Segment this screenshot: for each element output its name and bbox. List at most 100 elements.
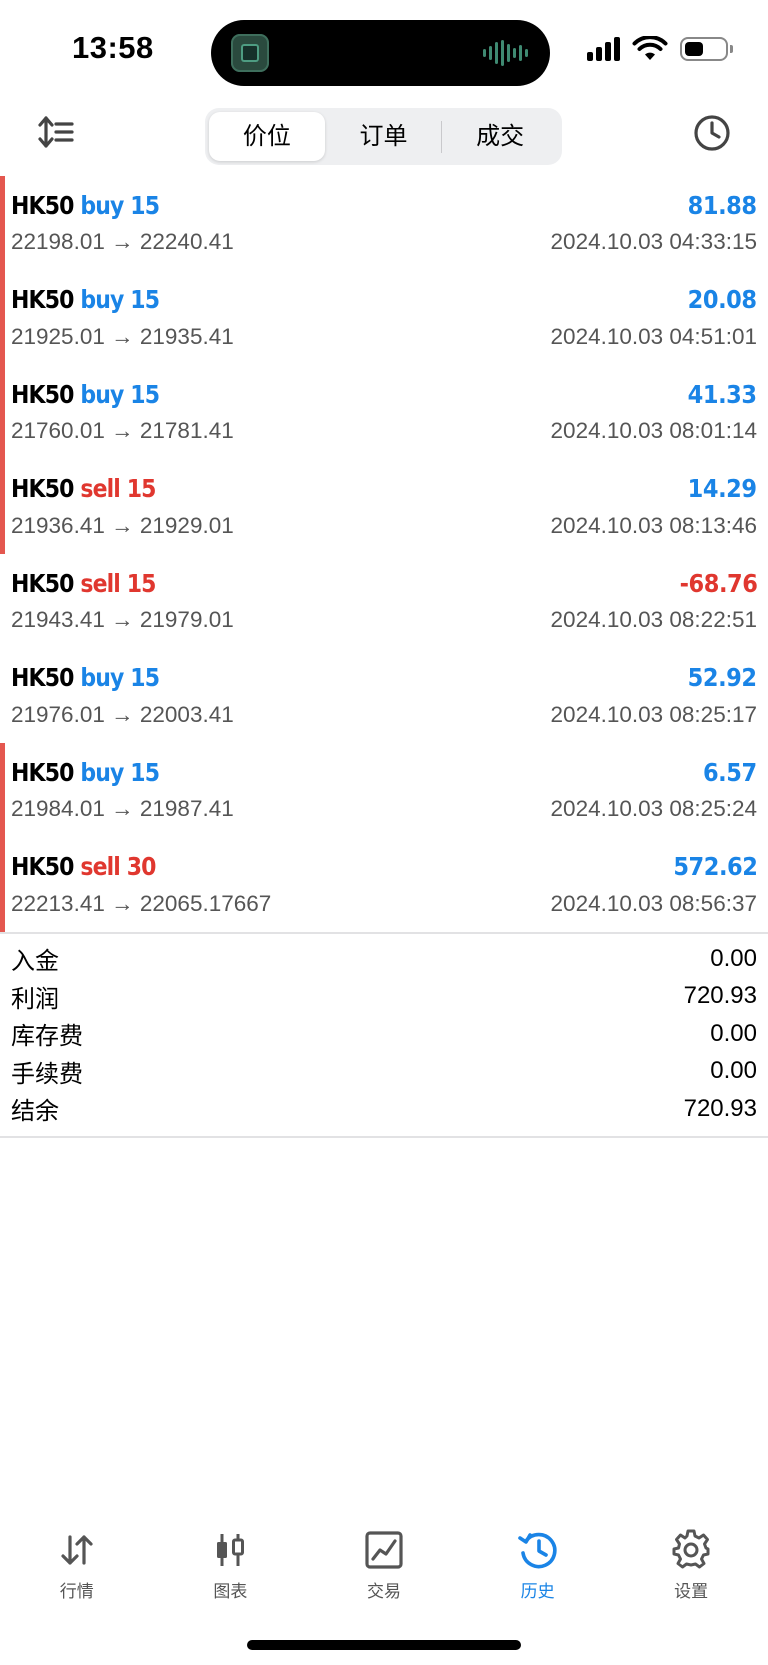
deal-open-price: 21760.01 <box>11 418 105 443</box>
deal-prices: 21943.41 → 21979.01 <box>11 607 234 633</box>
deal-close-price: 21935.41 <box>139 323 234 349</box>
deal-details: 21976.01 → 22003.41 2024.10.03 08:25:17 <box>11 700 757 730</box>
deal-open-price: 21984.01 <box>11 796 105 821</box>
deal-open-price: 21943.41 <box>11 607 105 632</box>
deal-open-price: 21925.01 <box>11 323 105 349</box>
deal-prices: 21984.01 → 21987.41 <box>11 796 234 822</box>
segment-price[interactable]: 价位 <box>209 112 325 161</box>
deal-symbol: HK50 <box>11 379 74 409</box>
deal-details: 22198.01 → 22240.41 2024.10.03 04:33:15 <box>11 227 757 257</box>
tab-history[interactable]: 历史 <box>461 1525 615 1605</box>
deal-header: HK50 sell 15 -68.76 <box>11 566 757 600</box>
summary-row-commission: 手续费 0.00 <box>0 1053 768 1091</box>
deal-row[interactable]: HK50 buy 15 52.92 21976.01 → 22003.41 2024.… <box>0 649 768 744</box>
deal-time: 2024.10.03 08:01:14 <box>550 418 757 443</box>
deal-side-label: sell <box>80 568 120 598</box>
deal-symbol: HK50 <box>11 285 74 314</box>
deal-open-price: 22198.01 <box>11 229 105 254</box>
deal-header: HK50 buy 15 81.88 <box>11 188 757 222</box>
deal-header: HK50 buy 15 20.08 <box>11 283 757 317</box>
deal-side: sell 30 <box>80 852 156 881</box>
island-app-icon <box>231 34 269 72</box>
deal-title: HK50 buy 15 <box>11 191 160 220</box>
deal-row[interactable]: HK50 buy 15 6.57 21984.01 → 21987.41 2024.1… <box>0 743 768 838</box>
deal-row[interactable]: HK50 buy 15 81.88 22198.01 → 22240.41 2024.… <box>0 176 768 271</box>
deal-details: 21925.01 → 21935.41 2024.10.03 04:51:01 <box>11 322 757 352</box>
deal-profit: 572.62 <box>672 852 758 881</box>
deal-volume: 15 <box>130 379 160 409</box>
deal-row[interactable]: HK50 sell 30 572.62 22213.41 → 22065.17667… <box>0 837 768 933</box>
deal-profit: 81.88 <box>688 190 757 220</box>
deal-profit: -68.76 <box>679 568 757 598</box>
tab-label: 行情 <box>59 1582 94 1601</box>
deal-details: 21760.01 → 21781.41 2024.10.03 08:01:14 <box>11 416 757 446</box>
deal-row[interactable]: HK50 buy 15 41.33 21760.01 → 21781.41 2024.… <box>0 365 768 460</box>
deal-row[interactable]: HK50 sell 15 14.29 21936.41 → 21929.01 2024… <box>0 459 768 555</box>
deal-title: HK50 sell 15 <box>11 474 156 503</box>
segment-orders[interactable]: 订单 <box>326 112 442 161</box>
deal-time: 2024.10.03 08:25:17 <box>550 701 757 727</box>
deal-header: HK50 buy 15 52.92 <box>11 661 757 695</box>
tab-label: 设置 <box>674 1582 709 1601</box>
deal-time: 2024.10.03 08:56:37 <box>550 890 757 916</box>
dynamic-island <box>211 20 550 86</box>
deal-close-price: 22240.41 <box>139 229 234 254</box>
deal-close-price: 22003.41 <box>139 701 234 727</box>
deal-volume: 15 <box>126 474 157 503</box>
summary-value: 720.93 <box>683 982 757 1010</box>
deal-close-price: 22065.17667 <box>139 890 272 916</box>
deal-side: sell 15 <box>80 474 157 503</box>
price-arrow-icon: → <box>111 229 134 254</box>
deals-list: HK50 buy 15 81.88 22198.01 → 22240.41 2024.… <box>0 176 768 932</box>
deal-details: 21984.01 → 21987.41 2024.10.03 08:25:24 <box>11 794 757 824</box>
deal-time: 2024.10.03 04:33:15 <box>550 229 757 254</box>
deal-prices: 21976.01 → 22003.41 <box>11 702 234 728</box>
segment-deals[interactable]: 成交 <box>442 112 558 161</box>
deal-side: buy 15 <box>80 379 160 409</box>
wifi-icon <box>632 36 668 60</box>
battery-icon <box>680 37 733 61</box>
sort-icon[interactable] <box>36 112 76 152</box>
price-arrow-icon: → <box>111 418 134 443</box>
deal-side-label: buy <box>80 663 124 692</box>
summary-label: 库存费 <box>11 1023 83 1051</box>
deal-close-price: 21781.41 <box>139 418 234 443</box>
tab-label: 历史 <box>520 1582 555 1601</box>
deal-title: HK50 buy 15 <box>11 285 160 314</box>
deal-title: HK50 buy 15 <box>11 379 160 409</box>
tab-settings[interactable]: 设置 <box>614 1525 768 1605</box>
summary-row-balance: 结余 720.93 <box>0 1090 768 1128</box>
deal-side-label: buy <box>80 285 124 314</box>
deal-row[interactable]: HK50 buy 15 20.08 21925.01 → 21935.41 2024.… <box>0 270 768 366</box>
deal-row[interactable]: HK50 sell 15 -68.76 21943.41 → 21979.01 202… <box>0 554 768 649</box>
summary-value: 720.93 <box>683 1094 757 1122</box>
deal-title: HK50 sell 15 <box>11 569 156 598</box>
tab-trade[interactable]: 交易 <box>307 1525 461 1605</box>
deal-volume: 15 <box>130 663 160 692</box>
deal-profit: 41.33 <box>688 379 757 409</box>
deal-prices: 21936.41 → 21929.01 <box>11 513 234 539</box>
clock-icon[interactable] <box>693 114 731 152</box>
deal-profit: 14.29 <box>688 474 757 503</box>
deal-time: 2024.10.03 04:51:01 <box>550 323 757 349</box>
deal-prices: 22198.01 → 22240.41 <box>11 229 234 255</box>
tab-charts[interactable]: 图表 <box>154 1525 308 1605</box>
deal-details: 21936.41 → 21929.01 2024.10.03 08:13:46 <box>11 511 757 541</box>
summary-row-deposit: 入金 0.00 <box>0 940 768 978</box>
deal-profit: 20.08 <box>688 285 757 314</box>
account-summary: 入金 0.00 利润 720.93 库存费 0.00 手续费 0.00 结余 7… <box>0 940 768 1128</box>
deal-symbol: HK50 <box>11 568 74 598</box>
deal-side-label: buy <box>80 757 124 787</box>
list-divider <box>0 932 768 934</box>
deal-symbol: HK50 <box>11 474 74 503</box>
deal-side: buy 15 <box>80 663 160 692</box>
status-bar: 13:58 <box>0 0 768 100</box>
audio-waveform-icon <box>483 40 528 66</box>
tab-quotes[interactable]: 行情 <box>0 1525 154 1605</box>
deal-time: 2024.10.03 08:22:51 <box>550 607 757 632</box>
deal-title: HK50 sell 30 <box>11 852 156 881</box>
deal-prices: 21760.01 → 21781.41 <box>11 418 234 444</box>
status-time: 13:58 <box>72 30 154 65</box>
summary-divider <box>0 1136 768 1138</box>
deal-time: 2024.10.03 08:25:24 <box>550 796 757 821</box>
